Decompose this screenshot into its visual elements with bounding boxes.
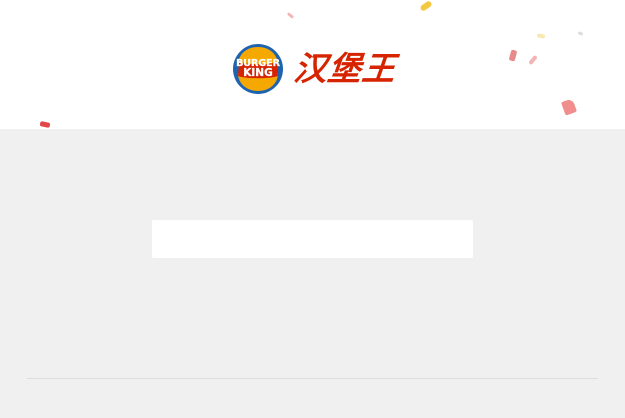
footer-divider [27, 378, 598, 379]
brand-logo: BURGER KING 汉堡王 [232, 43, 399, 95]
logo-text-king: KING [243, 67, 272, 79]
confetti-piece [560, 98, 578, 116]
confetti-piece [39, 121, 51, 128]
confetti-piece [536, 33, 546, 39]
confetti-piece [286, 12, 295, 19]
brand-name: 汉堡王 [292, 49, 399, 88]
confetti-piece [419, 0, 433, 12]
burger-king-logo-icon: BURGER KING [233, 44, 283, 94]
confetti-piece [577, 31, 584, 36]
header: BURGER KING 汉堡王 [0, 0, 625, 129]
confetti-piece [508, 49, 518, 62]
confetti-piece [528, 54, 538, 66]
status-message-box [152, 220, 473, 258]
